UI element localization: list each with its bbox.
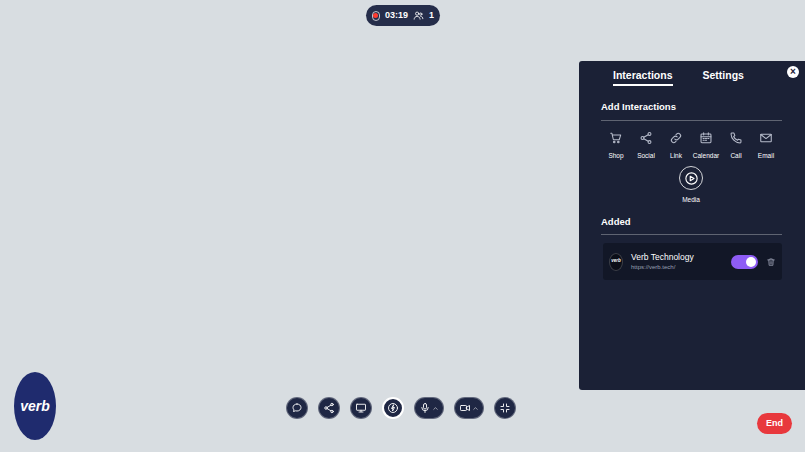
participant-count: 1	[429, 11, 434, 20]
interactions-panel: InteractionsSettings×Add InteractionsSho…	[579, 61, 805, 390]
toolbar-button[interactable]	[350, 397, 372, 419]
toggle-knob	[746, 257, 756, 267]
add-section: Add Interactions Shop Social Link Calendar Ca…	[579, 85, 805, 280]
end-call-button[interactable]: End	[757, 413, 792, 434]
toolbar-button[interactable]	[454, 397, 484, 419]
section-heading: Added	[601, 204, 782, 235]
interaction-label: Link	[670, 152, 682, 160]
share-icon	[323, 402, 335, 414]
call-icon	[729, 131, 743, 145]
call-timer: 03:19	[385, 11, 408, 20]
toolbar-button[interactable]	[382, 397, 404, 419]
interaction-icon-wrap	[638, 130, 654, 146]
screen-icon	[355, 402, 367, 414]
added-interaction: verb Verb Technologyhttps://verb.tech/	[603, 243, 782, 280]
call-screen: 03:19 1 verb Interactions Settings × Add Inter…	[0, 0, 805, 452]
recording-indicator	[372, 11, 380, 21]
shop-icon	[609, 131, 623, 145]
interaction-icon-wrap	[668, 130, 684, 146]
interaction-icon-wrap	[679, 166, 703, 190]
tab-label: Interactions	[613, 69, 673, 82]
added-logo-text: verb	[611, 259, 621, 264]
caret-up-icon	[432, 405, 439, 412]
section-heading: Add Interactions	[601, 101, 782, 121]
added-url: https://verb.tech/	[631, 263, 723, 272]
toolbar-button[interactable]	[318, 397, 340, 419]
collapse-icon	[499, 402, 511, 414]
toolbar-button[interactable]	[414, 397, 444, 419]
calendar-icon	[699, 131, 713, 145]
chat-icon	[291, 402, 303, 414]
call-toolbar	[286, 397, 516, 419]
interaction-option[interactable]: Email	[751, 130, 781, 160]
delete-button[interactable]	[766, 257, 776, 267]
tab-underline	[613, 84, 673, 86]
interaction-option[interactable]: Shop	[601, 130, 631, 160]
caret-up-icon	[472, 405, 479, 412]
interaction-option[interactable]: Call	[721, 130, 751, 160]
record-dot	[373, 13, 378, 18]
interaction-grid: Shop Social Link Calendar Call Email Media	[601, 121, 782, 204]
interaction-label: Call	[730, 152, 741, 160]
social-icon	[639, 131, 653, 145]
interaction-icon-wrap	[728, 130, 744, 146]
interaction-icon-wrap	[758, 130, 774, 146]
brand-logo: verb	[14, 372, 56, 440]
toolbar-button[interactable]	[494, 397, 516, 419]
panel-tabs: Interactions Settings ×	[579, 61, 805, 85]
interaction-label: Social	[637, 152, 655, 160]
interaction-label: Calendar	[693, 152, 719, 160]
end-label: End	[766, 419, 783, 428]
close-button[interactable]: ×	[787, 66, 799, 78]
bolt-icon	[387, 402, 399, 414]
link-icon	[669, 131, 683, 145]
interaction-option[interactable]: Calendar	[691, 130, 721, 160]
added-logo: verb	[609, 253, 623, 271]
tab-label: Settings	[703, 69, 744, 82]
interaction-label: Media	[682, 196, 700, 204]
interaction-label: Shop	[608, 152, 623, 160]
added-name: Verb Technology	[631, 252, 723, 263]
trash-icon	[766, 257, 776, 267]
tab-underline	[703, 84, 744, 86]
toggle-switch[interactable]	[731, 255, 758, 269]
logo-text: verb	[20, 399, 50, 413]
media-icon	[684, 171, 699, 186]
interaction-option[interactable]: Link	[661, 130, 691, 160]
email-icon	[759, 131, 773, 145]
toolbar-button[interactable]	[286, 397, 308, 419]
close-glyph: ×	[790, 67, 796, 77]
interaction-icon-wrap	[608, 130, 624, 146]
panel-tab[interactable]: Interactions	[613, 69, 673, 86]
interaction-label: Email	[758, 152, 774, 160]
participants-icon	[413, 10, 424, 21]
interaction-option[interactable]: Media	[679, 166, 703, 204]
added-info: Verb Technologyhttps://verb.tech/	[631, 252, 723, 272]
call-status: 03:19 1	[366, 5, 440, 26]
interaction-icon-wrap	[698, 130, 714, 146]
mic-icon	[419, 402, 431, 414]
camera-icon	[459, 402, 471, 414]
panel-tab[interactable]: Settings	[703, 69, 744, 86]
interaction-option[interactable]: Social	[631, 130, 661, 160]
